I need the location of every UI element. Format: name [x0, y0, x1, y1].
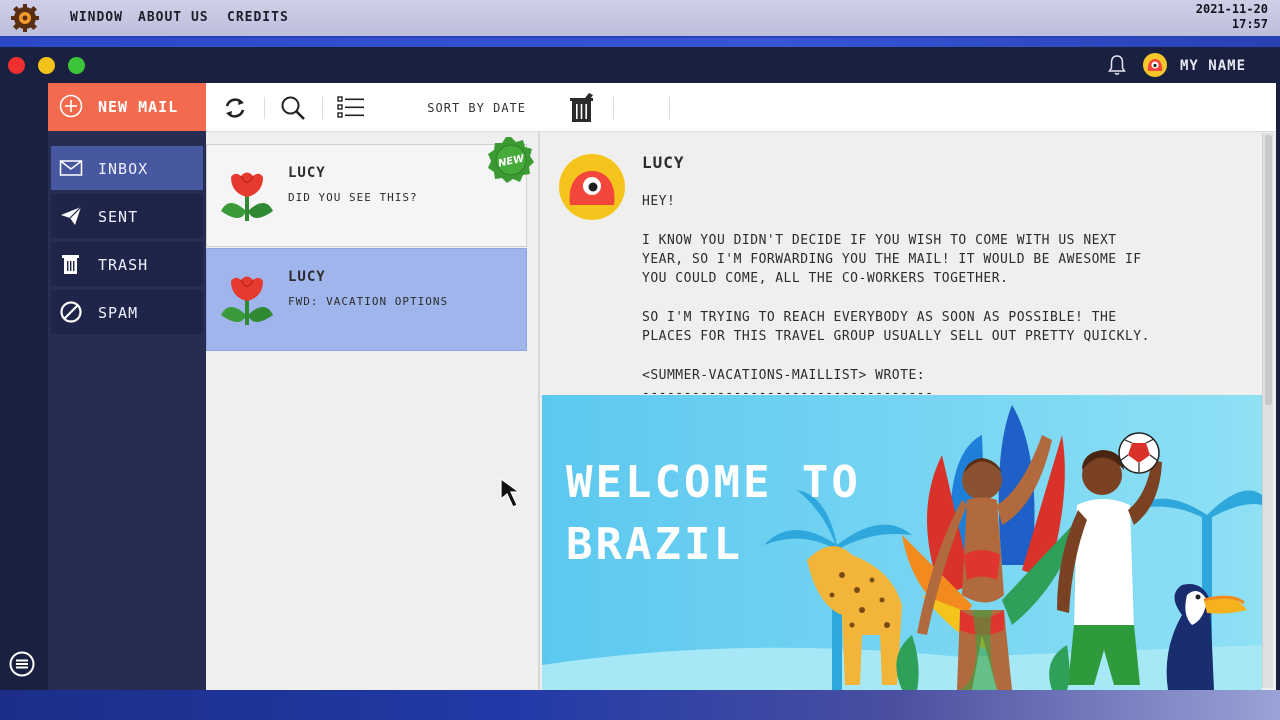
sidebar-item-label: SENT: [98, 208, 139, 226]
list-toolbar: SORT BY DATE: [206, 83, 540, 132]
blob-avatar-icon: [1147, 59, 1163, 71]
plus-circle-icon: [59, 94, 83, 118]
tulip-avatar-icon: [221, 172, 273, 221]
banner-title: WELCOME TO: [566, 457, 861, 508]
os-menubar: WINDOW ABOUT US CREDITS 2021-11-20 17:57: [0, 0, 1280, 38]
reading-scrollbar[interactable]: [1262, 133, 1273, 688]
sidebar-item-spam[interactable]: SPAM: [51, 290, 203, 334]
delete-trash-icon[interactable]: [568, 92, 596, 124]
search-icon[interactable]: [278, 93, 308, 123]
message-text: SO I'M TRYING TO REACH EVERYBODY AS SOON…: [642, 310, 1117, 325]
left-rail: [0, 83, 48, 690]
scrollbar-thumb[interactable]: [1265, 135, 1272, 405]
gear-logo-icon[interactable]: [10, 3, 40, 33]
menu-about-us[interactable]: ABOUT US: [138, 10, 209, 25]
maximize-window-button[interactable]: [68, 57, 85, 74]
mail-subject: DID YOU SEE THIS?: [288, 191, 418, 204]
toolbar-divider: [613, 97, 614, 119]
envelope-icon: [59, 160, 83, 176]
minimize-window-button[interactable]: [38, 57, 55, 74]
tulip-avatar-icon: [221, 276, 273, 325]
sidebar-item-label: INBOX: [98, 160, 149, 178]
user-avatar[interactable]: [1143, 53, 1167, 77]
mail-list-item[interactable]: LUCY DID YOU SEE THIS?: [206, 144, 527, 247]
trash-icon: [62, 255, 79, 274]
list-view-icon[interactable]: [336, 93, 366, 123]
reading-toolbar: [540, 83, 1276, 132]
sidebar-item-sent[interactable]: SENT: [51, 194, 203, 238]
mail-app-window: MY NAME NEW MAIL INBOX SENT TRASH SPAM S…: [0, 47, 1280, 690]
new-badge: NEW: [488, 137, 534, 183]
message-sender: LUCY: [642, 153, 685, 172]
sender-avatar: [559, 154, 625, 220]
message-text: HEY!: [642, 194, 676, 209]
message-text: YOU COULD COME, ALL THE CO-WORKERS TOGET…: [642, 271, 1009, 286]
sidebar-item-label: TRASH: [98, 256, 149, 274]
sort-by-date-button[interactable]: SORT BY DATE: [427, 101, 526, 115]
bell-icon[interactable]: [1107, 53, 1127, 77]
mail-list-pane: SORT BY DATE LUCY DID YOU SEE THIS? NEW: [206, 83, 540, 690]
mail-subject: FWD: VACATION OPTIONS: [288, 295, 449, 308]
message-text: PLACES FOR THIS TRAVEL GROUP USUALLY SEL…: [642, 329, 1150, 344]
toolbar-divider: [322, 97, 323, 119]
paper-plane-icon: [61, 206, 82, 225]
message-text: <SUMMER-VACATIONS-MAILLIST> WROTE:: [642, 368, 926, 383]
user-name[interactable]: MY NAME: [1180, 58, 1246, 74]
reading-pane: LUCY HEY! I KNOW YOU DIDN'T DECIDE IF YO…: [540, 83, 1276, 690]
message-text: I KNOW YOU DIDN'T DECIDE IF YOU WISH TO …: [642, 233, 1117, 248]
toolbar-divider: [669, 97, 670, 119]
toolbar-divider: [264, 97, 265, 119]
desktop-dock-strip: [0, 690, 1280, 720]
clock-time: 17:57: [1231, 17, 1268, 31]
refresh-icon[interactable]: [220, 93, 250, 123]
message-text: YEAR, SO I'M FORWARDING YOU THE MAIL! IT…: [642, 252, 1142, 267]
window-titlebar: MY NAME: [0, 47, 1280, 83]
hamburger-menu-icon[interactable]: [9, 651, 35, 677]
mouse-pointer-icon: [500, 477, 521, 508]
menu-window[interactable]: WINDOW: [70, 10, 123, 25]
sidebar-item-label: SPAM: [98, 304, 139, 322]
banner-title: BRAZIL: [566, 519, 743, 570]
prohibited-icon: [60, 301, 82, 323]
close-window-button[interactable]: [8, 57, 25, 74]
new-mail-label: NEW MAIL: [98, 98, 179, 116]
new-mail-button[interactable]: NEW MAIL: [48, 83, 206, 131]
menu-credits[interactable]: CREDITS: [227, 10, 289, 25]
sidebar-item-inbox[interactable]: INBOX: [51, 146, 203, 190]
mail-list-item-selected[interactable]: LUCY FWD: VACATION OPTIONS: [206, 248, 527, 351]
sidebar-item-trash[interactable]: TRASH: [51, 242, 203, 286]
clock-date: 2021-11-20: [1195, 2, 1268, 16]
mail-sidebar: NEW MAIL INBOX SENT TRASH SPAM: [48, 83, 206, 690]
mail-sender: LUCY: [288, 269, 326, 285]
brazil-banner-image: WELCOME TO BRAZIL: [542, 395, 1262, 690]
system-clock: 2021-11-20 17:57: [1196, 2, 1268, 32]
mail-sender: LUCY: [288, 165, 326, 181]
